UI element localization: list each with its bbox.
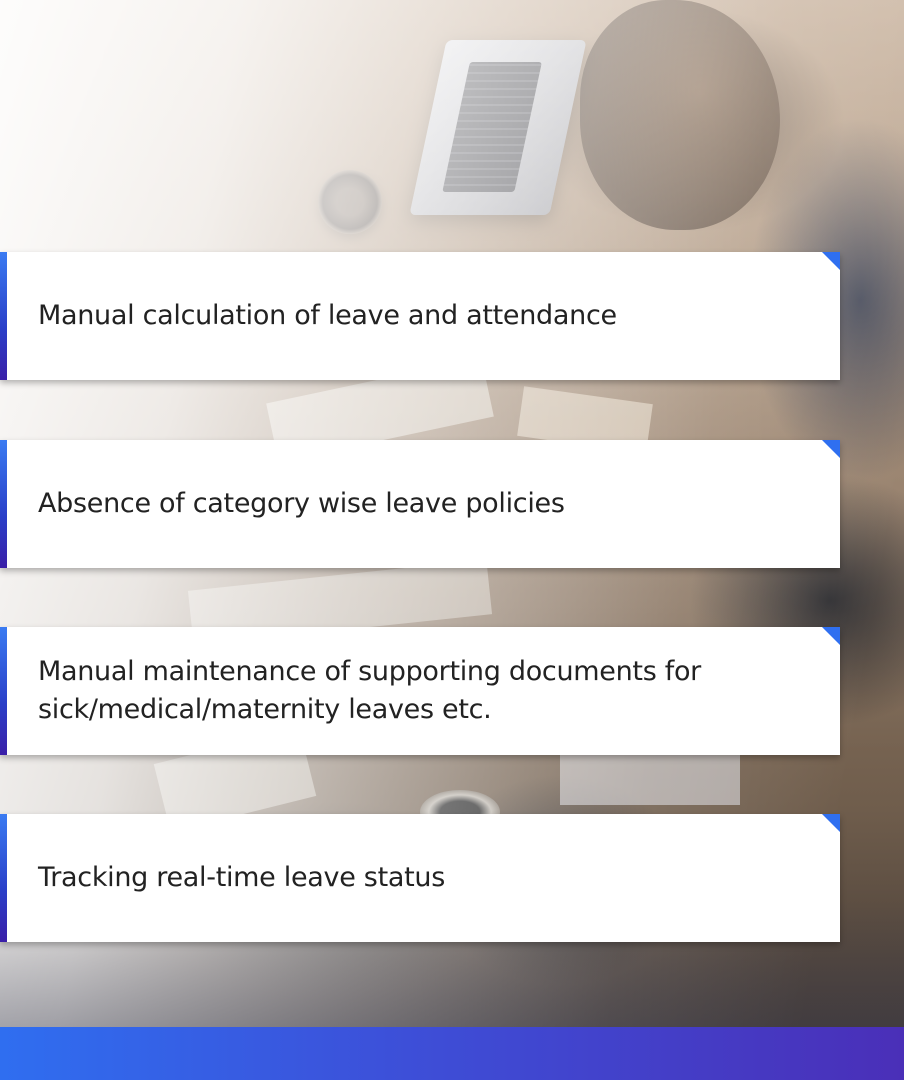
challenge-card-4: Tracking real-time leave status [0,814,840,942]
card-accent-bar [0,440,7,568]
card-accent-bar [0,252,7,380]
card-corner-triangle-icon [822,627,840,645]
card-accent-bar [0,814,7,942]
challenge-text: Tracking real-time leave status [38,862,445,893]
challenge-text: Manual calculation of leave and attendan… [38,300,617,331]
challenge-text: Manual maintenance of supporting documen… [38,656,701,725]
card-corner-triangle-icon [822,814,840,832]
challenge-card-1: Manual calculation of leave and attendan… [0,252,840,380]
challenge-card-3: Manual maintenance of supporting documen… [0,627,840,755]
card-corner-triangle-icon [822,440,840,458]
card-corner-triangle-icon [822,252,840,270]
footer-gradient-band [0,1027,904,1080]
challenge-text: Absence of category wise leave policies [38,488,565,519]
card-accent-bar [0,627,7,755]
challenge-card-2: Absence of category wise leave policies [0,440,840,568]
